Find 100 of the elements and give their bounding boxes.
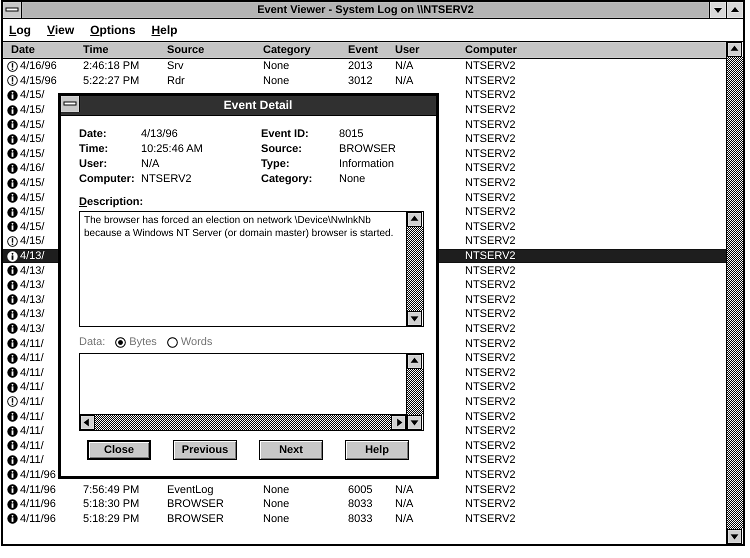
- computer-cell: NTSERV2: [465, 60, 516, 72]
- computer-cell: NTSERV2: [465, 396, 516, 408]
- user-cell: N/A: [395, 484, 414, 496]
- field-label: Source:: [261, 143, 303, 156]
- field-value: Information: [339, 158, 396, 171]
- date-cell: 4/16/96: [20, 60, 57, 72]
- field-value: 10:25:46 AM: [141, 143, 204, 156]
- date-cell: 4/13/: [20, 250, 44, 262]
- category-cell: None: [263, 60, 290, 72]
- computer-cell: NTSERV2: [465, 352, 516, 364]
- category-cell: None: [263, 74, 290, 87]
- date-cell: 4/11/: [20, 440, 44, 452]
- date-cell: 4/11/96: [20, 468, 56, 481]
- date-cell: 4/11/: [20, 454, 44, 466]
- time-cell: 5:22:27 PM: [83, 74, 140, 87]
- event-cell: 6005: [348, 484, 372, 496]
- date-cell: 4/15/: [20, 89, 44, 102]
- date-cell: 4/13/: [20, 294, 44, 306]
- date-cell: 4/15/: [20, 133, 44, 146]
- category-cell: None: [263, 484, 290, 496]
- date-cell: 4/11/: [20, 366, 44, 379]
- category-cell: None: [263, 498, 290, 510]
- source-cell: Rdr: [167, 74, 185, 87]
- computer-cell: NTSERV2: [465, 440, 516, 452]
- computer-cell: NTSERV2: [465, 468, 516, 481]
- field-value: BROWSER: [339, 143, 397, 156]
- field-value: NTSERV2: [141, 173, 193, 186]
- time-cell: 2:46:18 PM: [83, 60, 140, 72]
- computer-cell: NTSERV2: [465, 250, 516, 262]
- date-cell: 4/15/: [20, 118, 44, 131]
- computer-cell: NTSERV2: [465, 89, 516, 102]
- field-value: N/A: [141, 158, 160, 171]
- date-cell: 4/11/: [20, 338, 44, 350]
- computer-cell: NTSERV2: [465, 148, 516, 160]
- user-cell: N/A: [395, 74, 414, 87]
- field-value: 8015: [339, 128, 364, 141]
- field-label: Category:: [261, 173, 314, 186]
- computer-cell: NTSERV2: [465, 192, 516, 204]
- computer-cell: NTSERV2: [465, 381, 516, 394]
- date-cell: 4/11/96: [20, 484, 56, 496]
- source-cell: BROWSER: [167, 512, 224, 525]
- computer-cell: NTSERV2: [465, 264, 516, 277]
- computer-cell: NTSERV2: [465, 206, 516, 218]
- event-cell: 2013: [348, 60, 372, 72]
- date-cell: 4/15/: [20, 235, 44, 248]
- computer-cell: NTSERV2: [465, 104, 516, 116]
- date-cell: 4/15/: [20, 220, 44, 233]
- field-value: None: [339, 173, 366, 186]
- source-cell: Srv: [167, 60, 184, 72]
- computer-cell: NTSERV2: [465, 235, 516, 248]
- event-cell: 8033: [348, 498, 372, 510]
- time-cell: 5:18:30 PM: [83, 498, 140, 510]
- computer-cell: NTSERV2: [465, 177, 516, 190]
- user-cell: N/A: [395, 498, 414, 510]
- computer-cell: NTSERV2: [465, 322, 516, 335]
- date-cell: 4/15/: [20, 192, 44, 204]
- date-cell: 4/11/96: [20, 512, 56, 525]
- computer-cell: NTSERV2: [465, 454, 516, 466]
- dialog-title: Event Detail: [222, 97, 294, 114]
- source-cell: EventLog: [167, 484, 214, 496]
- computer-cell: NTSERV2: [465, 484, 516, 496]
- field-label: Computer:: [79, 173, 136, 186]
- computer-cell: NTSERV2: [465, 366, 516, 379]
- date-cell: 4/15/: [20, 104, 44, 116]
- date-cell: 4/11/96: [20, 498, 56, 510]
- description-text: The browser has forced an election on network \Device\NwlnkNb because a Windows NT Server (or domain master) browser is started.: [83, 214, 394, 241]
- computer-cell: NTSERV2: [465, 220, 516, 233]
- field-label: Date:: [79, 128, 108, 141]
- field-label: Type:: [261, 158, 291, 171]
- computer-cell: NTSERV2: [465, 279, 516, 292]
- date-cell: 4/11/: [20, 425, 44, 438]
- field-label: Time:: [79, 143, 110, 156]
- date-cell: 4/13/: [20, 264, 44, 277]
- computer-cell: NTSERV2: [465, 308, 516, 320]
- event-cell: 8033: [348, 512, 372, 525]
- user-cell: N/A: [395, 60, 414, 72]
- field-label: User:: [79, 158, 108, 171]
- date-cell: 4/13/: [20, 308, 44, 320]
- date-cell: 4/11/: [20, 396, 44, 408]
- date-cell: 4/11/: [20, 352, 44, 364]
- field-value: 4/13/96: [141, 128, 179, 141]
- window-title: Event Viewer - System Log on \\NTSERV2: [256, 3, 475, 18]
- category-cell: None: [263, 512, 290, 525]
- time-cell: 5:18:29 PM: [83, 512, 140, 525]
- user-cell: N/A: [395, 512, 414, 525]
- date-cell: 4/16/: [20, 162, 44, 174]
- computer-cell: NTSERV2: [465, 512, 516, 525]
- computer-cell: NTSERV2: [465, 162, 516, 174]
- computer-cell: NTSERV2: [465, 410, 516, 423]
- computer-cell: NTSERV2: [465, 425, 516, 438]
- computer-cell: NTSERV2: [465, 133, 516, 146]
- date-cell: 4/15/96: [20, 74, 57, 87]
- computer-cell: NTSERV2: [465, 74, 516, 87]
- date-cell: 4/13/: [20, 322, 44, 335]
- data-label: Data:: [79, 336, 106, 348]
- computer-cell: NTSERV2: [465, 338, 516, 350]
- source-cell: BROWSER: [167, 498, 224, 510]
- computer-cell: NTSERV2: [465, 118, 516, 131]
- computer-cell: NTSERV2: [465, 498, 516, 510]
- date-cell: 4/15/: [20, 177, 44, 190]
